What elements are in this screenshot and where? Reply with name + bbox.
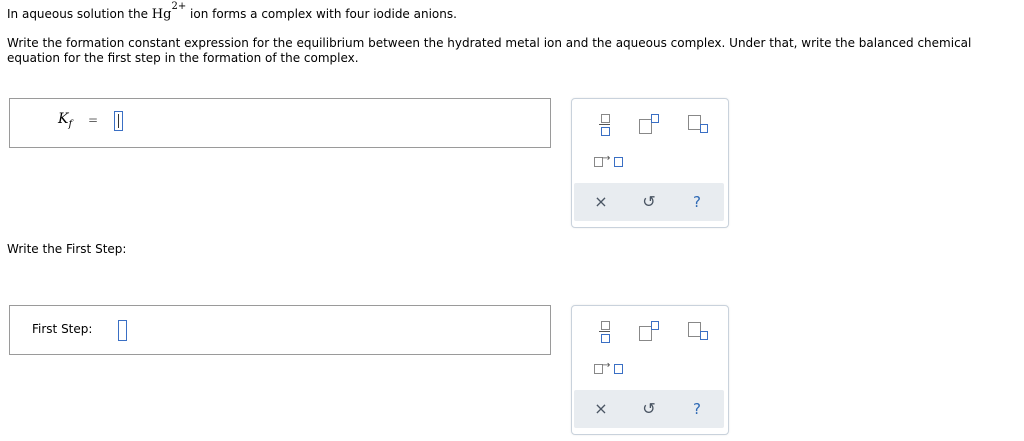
kf-answer-box[interactable]: Kf = [9, 98, 551, 148]
clear-icon[interactable]: × [590, 398, 612, 420]
first-step-input-slot[interactable] [118, 320, 127, 341]
reaction-arrow-icon[interactable]: → [592, 151, 624, 173]
fraction-icon[interactable] [594, 113, 616, 136]
superscript-icon[interactable] [636, 320, 659, 342]
superscript-icon[interactable] [636, 113, 659, 135]
fraction-icon[interactable] [594, 320, 616, 343]
undo-icon[interactable]: ↺ [638, 398, 660, 420]
kf-equals: = [88, 113, 99, 127]
subscript-icon[interactable] [686, 320, 708, 342]
help-icon[interactable]: ? [686, 191, 708, 213]
first-step-heading: Write the First Step: [7, 242, 127, 256]
subscript-icon[interactable] [686, 113, 708, 135]
ion-charge: 2+ [171, 1, 187, 12]
question-instructions: Write the formation constant expression … [7, 36, 972, 65]
help-icon[interactable]: ? [686, 398, 708, 420]
kf-symbol: Kf [58, 111, 73, 130]
first-step-answer-box[interactable]: First Step: [9, 305, 551, 355]
ion-symbol: Hg [151, 7, 172, 22]
first-step-label: First Step: [32, 322, 93, 336]
clear-icon[interactable]: × [590, 191, 612, 213]
reaction-arrow-icon[interactable]: → [592, 358, 624, 380]
intro-prefix: In aqueous solution the [7, 7, 152, 21]
question-intro: In aqueous solution the Hg2+ ion forms a… [7, 1, 457, 25]
intro-suffix: ion forms a complex with four iodide ani… [186, 7, 457, 21]
math-toolbar-1: → × ↺ ? [571, 98, 729, 228]
kf-input-slot[interactable] [114, 111, 123, 131]
toolbar-actions: × ↺ ? [574, 183, 724, 221]
math-toolbar-2: → × ↺ ? [571, 305, 729, 435]
undo-icon[interactable]: ↺ [638, 191, 660, 213]
toolbar-actions: × ↺ ? [574, 390, 724, 428]
